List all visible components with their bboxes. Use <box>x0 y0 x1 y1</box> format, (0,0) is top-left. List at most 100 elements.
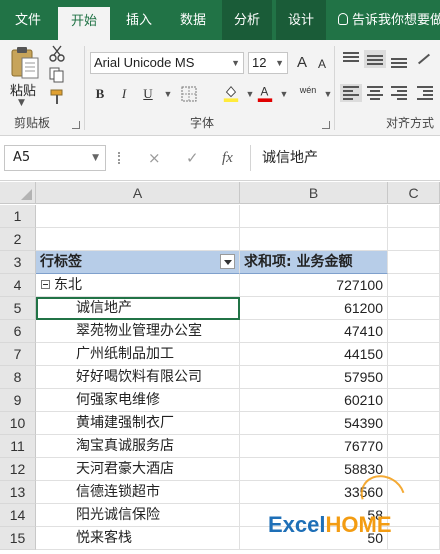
tab-pivot-design[interactable]: 设计 <box>276 0 326 40</box>
orientation-icon[interactable] <box>414 50 436 68</box>
row-header[interactable]: 4 <box>0 274 36 297</box>
row-header[interactable]: 9 <box>0 389 36 412</box>
cell[interactable] <box>388 366 440 389</box>
fill-color-icon[interactable] <box>222 84 240 102</box>
cell[interactable] <box>388 389 440 412</box>
tab-insert[interactable]: 插入 <box>114 0 164 40</box>
pivot-item-value[interactable]: 60210 <box>240 389 388 412</box>
font-color-dropdown-icon[interactable]: ▼ <box>274 84 294 104</box>
row-header[interactable]: 12 <box>0 458 36 481</box>
pivot-item-value[interactable]: 44150 <box>240 343 388 366</box>
pivot-item-value[interactable]: 76770 <box>240 435 388 458</box>
row-header[interactable]: 15 <box>0 527 36 550</box>
indent-icon[interactable] <box>414 84 436 102</box>
underline-button[interactable]: U <box>138 84 158 104</box>
pivot-item-label[interactable]: 信德连锁超市 <box>36 481 240 504</box>
row-header[interactable]: 6 <box>0 320 36 343</box>
row-header[interactable]: 2 <box>0 228 36 251</box>
cut-icon[interactable] <box>48 44 66 62</box>
underline-dropdown-icon[interactable]: ▼ <box>158 84 178 104</box>
bottom-align-icon[interactable] <box>388 50 410 68</box>
font-launcher-icon[interactable] <box>322 121 330 129</box>
row-header[interactable]: 11 <box>0 435 36 458</box>
tab-data[interactable]: 数据 <box>168 0 218 40</box>
shrink-font-button[interactable]: A <box>312 54 332 74</box>
insert-function-icon[interactable]: fx <box>222 145 233 171</box>
cell[interactable] <box>388 527 440 550</box>
pivot-row-labels-header[interactable]: 行标签 <box>36 251 240 274</box>
cell[interactable] <box>388 297 440 320</box>
clipboard-launcher-icon[interactable] <box>72 121 80 129</box>
pivot-item-label[interactable]: 淘宝真诚服务店 <box>36 435 240 458</box>
collapse-icon[interactable] <box>41 280 50 289</box>
font-color-icon[interactable]: A <box>256 84 274 102</box>
cell[interactable] <box>36 228 240 251</box>
tell-me-search[interactable]: 告诉我你想要做 <box>338 0 440 40</box>
row-header[interactable]: 8 <box>0 366 36 389</box>
middle-align-icon[interactable] <box>364 50 386 68</box>
phonetic-guide-button[interactable]: wén <box>298 80 318 100</box>
pivot-item-value[interactable]: 57950 <box>240 366 388 389</box>
formula-input[interactable]: 诚信地产 <box>262 145 318 171</box>
italic-button[interactable]: I <box>114 84 134 104</box>
top-align-icon[interactable] <box>340 50 362 68</box>
row-header[interactable]: 1 <box>0 205 36 228</box>
paste-icon[interactable] <box>10 46 40 80</box>
cell[interactable] <box>388 205 440 228</box>
font-family-select[interactable]: Arial Unicode MS ▼ <box>90 52 244 74</box>
copy-icon[interactable] <box>48 66 66 84</box>
cell[interactable] <box>388 228 440 251</box>
pivot-item-label[interactable]: 悦来客栈 <box>36 527 240 550</box>
phonetic-dropdown-icon[interactable]: ▼ <box>318 84 338 104</box>
cell[interactable] <box>388 343 440 366</box>
align-center-icon[interactable] <box>364 84 386 102</box>
format-painter-icon[interactable] <box>48 88 66 106</box>
cell[interactable] <box>240 205 388 228</box>
paste-button-label[interactable]: 粘贴 <box>10 80 36 99</box>
row-header[interactable]: 7 <box>0 343 36 366</box>
tab-home[interactable]: 开始 <box>58 7 110 40</box>
paste-dropdown-icon[interactable]: ▼ <box>18 98 25 108</box>
row-header[interactable]: 5 <box>0 297 36 320</box>
group-total[interactable]: 727100 <box>240 274 388 297</box>
row-header[interactable]: 14 <box>0 504 36 527</box>
pivot-item-label[interactable]: 好好喝饮料有限公司 <box>36 366 240 389</box>
column-header-a[interactable]: A <box>36 182 240 204</box>
tab-pivot-analyze[interactable]: 分析 <box>222 0 272 40</box>
align-left-icon[interactable] <box>340 84 362 102</box>
pivot-group-row[interactable]: 东北 <box>36 274 240 297</box>
bold-button[interactable]: B <box>90 84 110 104</box>
cell[interactable] <box>388 412 440 435</box>
pivot-item-value[interactable]: 61200 <box>240 297 388 320</box>
align-right-icon[interactable] <box>388 84 410 102</box>
pivot-item-label[interactable]: 何强家电维修 <box>36 389 240 412</box>
pivot-item-label[interactable]: 翠苑物业管理办公室 <box>36 320 240 343</box>
pivot-item-label[interactable]: 黄埔建强制衣厂 <box>36 412 240 435</box>
row-header[interactable]: 10 <box>0 412 36 435</box>
pivot-item-value[interactable]: 58830 <box>240 458 388 481</box>
borders-icon[interactable] <box>180 85 198 103</box>
pivot-item-value[interactable]: 47410 <box>240 320 388 343</box>
cancel-icon[interactable]: × <box>148 145 161 171</box>
cell[interactable] <box>240 228 388 251</box>
cell[interactable] <box>36 205 240 228</box>
cell[interactable] <box>388 251 440 274</box>
cell[interactable] <box>388 274 440 297</box>
cell[interactable] <box>388 458 440 481</box>
pivot-item-label[interactable]: 阳光诚信保险 <box>36 504 240 527</box>
pivot-item-value[interactable]: 54390 <box>240 412 388 435</box>
pivot-sum-field-header[interactable]: 求和项: 业务金额 <box>240 251 388 274</box>
cell[interactable] <box>388 435 440 458</box>
pivot-item-label[interactable]: 天河君豪大酒店 <box>36 458 240 481</box>
filter-dropdown-icon[interactable] <box>220 254 235 269</box>
pivot-item-label[interactable]: 广州纸制品加工 <box>36 343 240 366</box>
enter-icon[interactable]: ✓ <box>186 145 199 171</box>
column-header-c[interactable]: C <box>388 182 440 204</box>
column-header-b[interactable]: B <box>240 182 388 204</box>
grow-font-button[interactable]: A <box>292 53 312 73</box>
name-box[interactable]: A5 ▼ <box>4 145 106 171</box>
select-all-button[interactable] <box>0 182 36 204</box>
formula-bar-grip[interactable] <box>118 152 121 164</box>
row-header[interactable]: 3 <box>0 251 36 274</box>
cell[interactable] <box>388 320 440 343</box>
